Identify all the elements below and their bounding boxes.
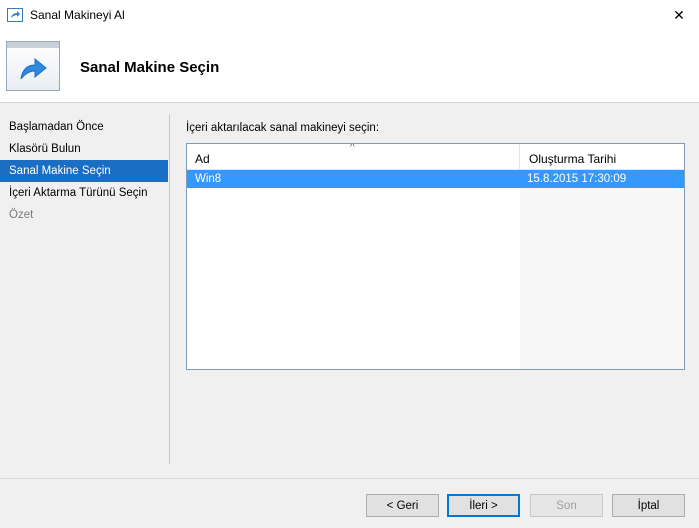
close-button[interactable]: ✕ [659,0,699,30]
close-icon: ✕ [673,6,685,23]
list-header: Ad ^ Oluşturma Tarihi [187,144,684,170]
instruction-label: İçeri aktarılacak sanal makineyi seçin: [186,122,380,134]
column-header-created[interactable]: Oluşturma Tarihi [521,144,684,170]
vm-list[interactable]: Ad ^ Oluşturma Tarihi Win8 15.8.2015 17:… [186,143,685,370]
wizard-footer: < Geri İleri > Son İptal [0,478,699,528]
window-title: Sanal Makineyi Al [30,8,125,22]
sort-ascending-icon: ^ [350,143,355,153]
title-bar: Sanal Makineyi Al ✕ [0,0,699,30]
step-klasoru-bulun[interactable]: Klasörü Bulun [0,138,168,160]
wizard-steps: Başlamadan Önce Klasörü Bulun Sanal Maki… [0,116,168,226]
page-title: Sanal Makine Seçin [80,59,220,76]
cancel-button[interactable]: İptal [612,494,685,517]
finish-button: Son [530,494,603,517]
wizard-header: Sanal Makine Seçin [0,30,699,103]
step-baslamadan-once[interactable]: Başlamadan Önce [0,116,168,138]
column-header-name[interactable]: Ad ^ [187,144,520,170]
step-sanal-makine-secin[interactable]: Sanal Makine Seçin [0,160,168,182]
vm-created: 15.8.2015 17:30:09 [527,173,627,185]
vm-name: Win8 [195,173,222,185]
next-button[interactable]: İleri > [447,494,520,517]
step-ozet: Özet [9,209,34,221]
step-iceri-aktarma-turu[interactable]: İçeri Aktarma Türünü Seçin [0,182,168,204]
divider [169,114,170,464]
list-body: Win8 15.8.2015 17:30:09 [187,170,684,369]
wizard-content: Başlamadan Önce Klasörü Bulun Sanal Maki… [0,104,699,478]
import-arrow-icon [6,41,60,91]
list-item[interactable]: Win8 15.8.2015 17:30:09 [187,170,684,188]
sorted-column-shade [520,170,684,369]
app-icon [7,8,23,22]
back-button[interactable]: < Geri [366,494,439,517]
